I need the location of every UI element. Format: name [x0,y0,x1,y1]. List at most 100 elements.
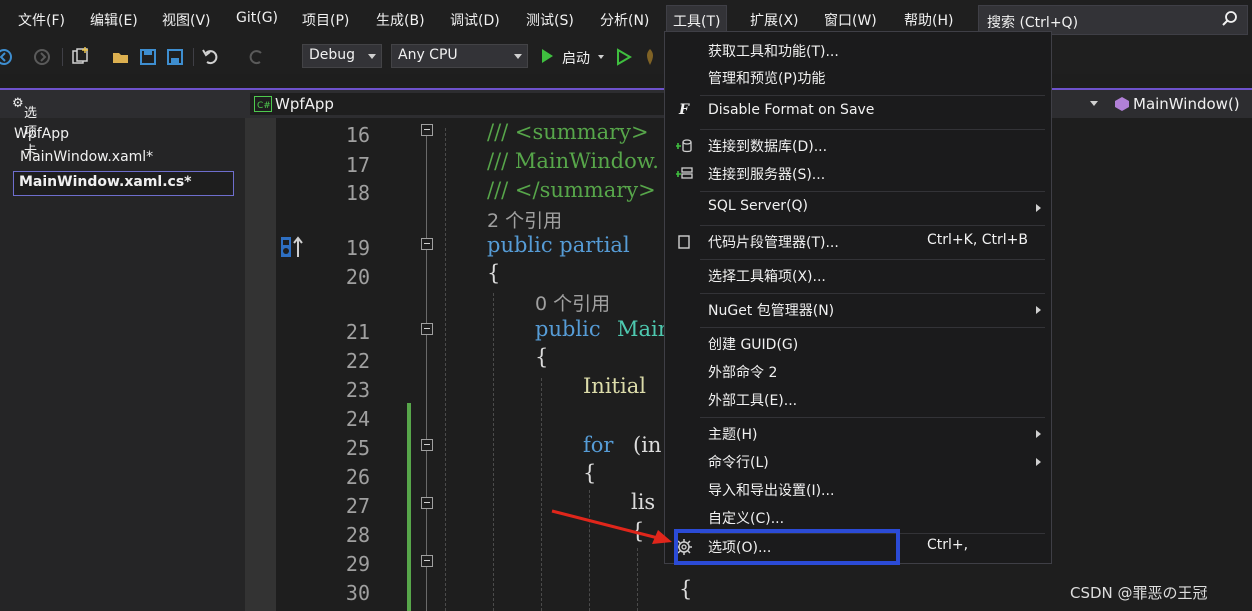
file-item[interactable]: MainWindow.xaml* [20,149,153,165]
menu-item-connect-server[interactable]: 连接到服务器(S)... [665,161,1051,187]
menu-project[interactable]: 项目(P) [302,10,349,30]
play-icon [542,49,553,63]
menu-item-label: SQL Server(Q) [708,198,809,214]
indent-guide [493,293,494,611]
platform-dropdown[interactable]: Any CPU [391,44,528,68]
project-nav-dropdown[interactable]: C# WpfApp [250,93,670,115]
menu-item-shortcut: Ctrl+, [927,537,969,553]
collapse-icon[interactable] [421,555,433,567]
server-connect-icon [676,167,693,179]
member-nav-dropdown[interactable]: MainWindow() [1090,93,1250,115]
code-line: (in [633,433,662,457]
menu-git[interactable]: Git(G) [236,10,278,26]
menu-item-manage-preview[interactable]: 管理和预览(P)功能 [665,65,1051,91]
indent-guide [541,378,542,611]
toolbar-separator [62,48,63,66]
menu-item-external-tools[interactable]: 外部工具(E)... [665,387,1051,413]
line-number: 22 [345,349,370,373]
menu-test[interactable]: 测试(S) [526,10,574,30]
save-icon[interactable] [138,47,158,67]
collapse-icon[interactable] [421,238,433,250]
selected-file-item[interactable]: MainWindow.xaml.cs* [13,171,234,196]
indent-guide [445,128,446,611]
menu-separator [700,417,1045,418]
submenu-arrow-icon [1036,306,1041,314]
menu-item-command-line[interactable]: 命令行(L) [665,449,1051,475]
menu-analyze[interactable]: 分析(N) [600,10,649,30]
menu-item-disable-format[interactable]: F Disable Format on Save [665,99,1051,125]
menu-item-create-guid[interactable]: 创建 GUID(G) [665,331,1051,357]
snippet-icon [678,235,690,249]
menu-debug[interactable]: 调试(D) [450,10,500,30]
code-line: /// <summary> [487,120,649,144]
menu-item-label: 导入和导出设置(I)... [708,483,835,499]
code-line: { [583,461,597,485]
menu-item-label: 自定义(C)... [708,511,785,527]
menu-item-customize[interactable]: 自定义(C)... [665,505,1051,531]
project-nav-label: WpfApp [275,95,334,113]
line-number: 30 [345,581,370,605]
menu-item-label: 创建 GUID(G) [708,337,799,353]
collapse-icon[interactable] [421,323,433,335]
chevron-down-icon [514,54,522,59]
line-number: 24 [345,407,370,431]
menu-tools[interactable]: 工具(T) [666,5,728,32]
collapse-icon[interactable] [421,497,433,509]
menu-view[interactable]: 视图(V) [162,10,211,30]
forward-icon[interactable] [32,47,52,67]
undo-icon[interactable] [201,47,221,67]
codelens-icon[interactable] [280,235,306,259]
toolbar-separator [193,48,194,66]
code-line: /// </summary> [487,178,656,202]
menu-edit[interactable]: 编辑(E) [90,10,138,30]
start-without-debug-icon[interactable] [614,47,634,67]
annotation-highlight-box [674,529,900,565]
menu-item-label: 选择工具箱项(X)... [708,269,826,285]
codelens-references[interactable]: 2 个引用 [487,206,562,233]
menu-item-import-export[interactable]: 导入和导出设置(I)... [665,477,1051,503]
menu-item-label: 主题(H) [708,427,758,443]
config-value: Debug [309,47,356,63]
save-all-icon[interactable] [165,47,185,67]
annotation-arrow [551,509,672,544]
line-number: 16 [345,123,370,147]
menu-separator [700,327,1045,328]
menu-item-label: NuGet 包管理器(N) [708,303,835,319]
menu-item-connect-database[interactable]: 连接到数据库(D)... [665,133,1051,159]
line-number: 19 [345,236,370,260]
menu-item-sql-server[interactable]: SQL Server(Q) [665,195,1051,221]
menu-help[interactable]: 帮助(H) [904,10,953,30]
menu-item-nuget[interactable]: NuGet 包管理器(N) [665,297,1051,323]
open-folder-icon[interactable] [111,47,131,67]
csharp-file-icon: C# [254,96,272,112]
menu-item-shortcut: Ctrl+K, Ctrl+B [927,232,1028,248]
menu-item-choose-toolbox[interactable]: 选择工具箱项(X)... [665,263,1051,289]
redo-icon[interactable] [246,47,266,67]
start-button[interactable]: 启动 [538,46,608,68]
menu-extensions[interactable]: 扩展(X) [750,10,799,30]
indent-guide [637,548,638,611]
menu-build[interactable]: 生成(B) [376,10,425,30]
menu-item-external-command[interactable]: 外部命令 2 [665,359,1051,385]
project-item[interactable]: WpfApp [14,126,69,142]
menu-file[interactable]: 文件(F) [18,10,65,30]
line-number: 27 [345,494,370,518]
menu-separator [700,293,1045,294]
database-connect-icon [676,139,692,153]
codelens-references[interactable]: 0 个引用 [535,289,610,316]
menu-item-snippet-manager[interactable]: 代码片段管理器(T)... Ctrl+K, Ctrl+B [665,229,1051,255]
new-project-icon[interactable] [70,47,90,67]
code-line: public partial [487,233,630,257]
code-line: Initial [583,374,646,398]
back-icon[interactable] [0,47,14,67]
hot-reload-icon[interactable] [640,47,660,67]
menu-item-theme[interactable]: 主题(H) [665,421,1051,447]
menu-item-get-tools[interactable]: 获取工具和功能(T)... [665,38,1051,64]
collapse-icon[interactable] [421,124,433,136]
menu-window[interactable]: 窗口(W) [824,10,877,30]
menu-item-label: 连接到数据库(D)... [708,139,828,155]
line-number: 29 [345,552,370,576]
collapse-icon[interactable] [421,439,433,451]
line-number: 21 [345,320,370,344]
config-dropdown[interactable]: Debug [302,44,382,68]
